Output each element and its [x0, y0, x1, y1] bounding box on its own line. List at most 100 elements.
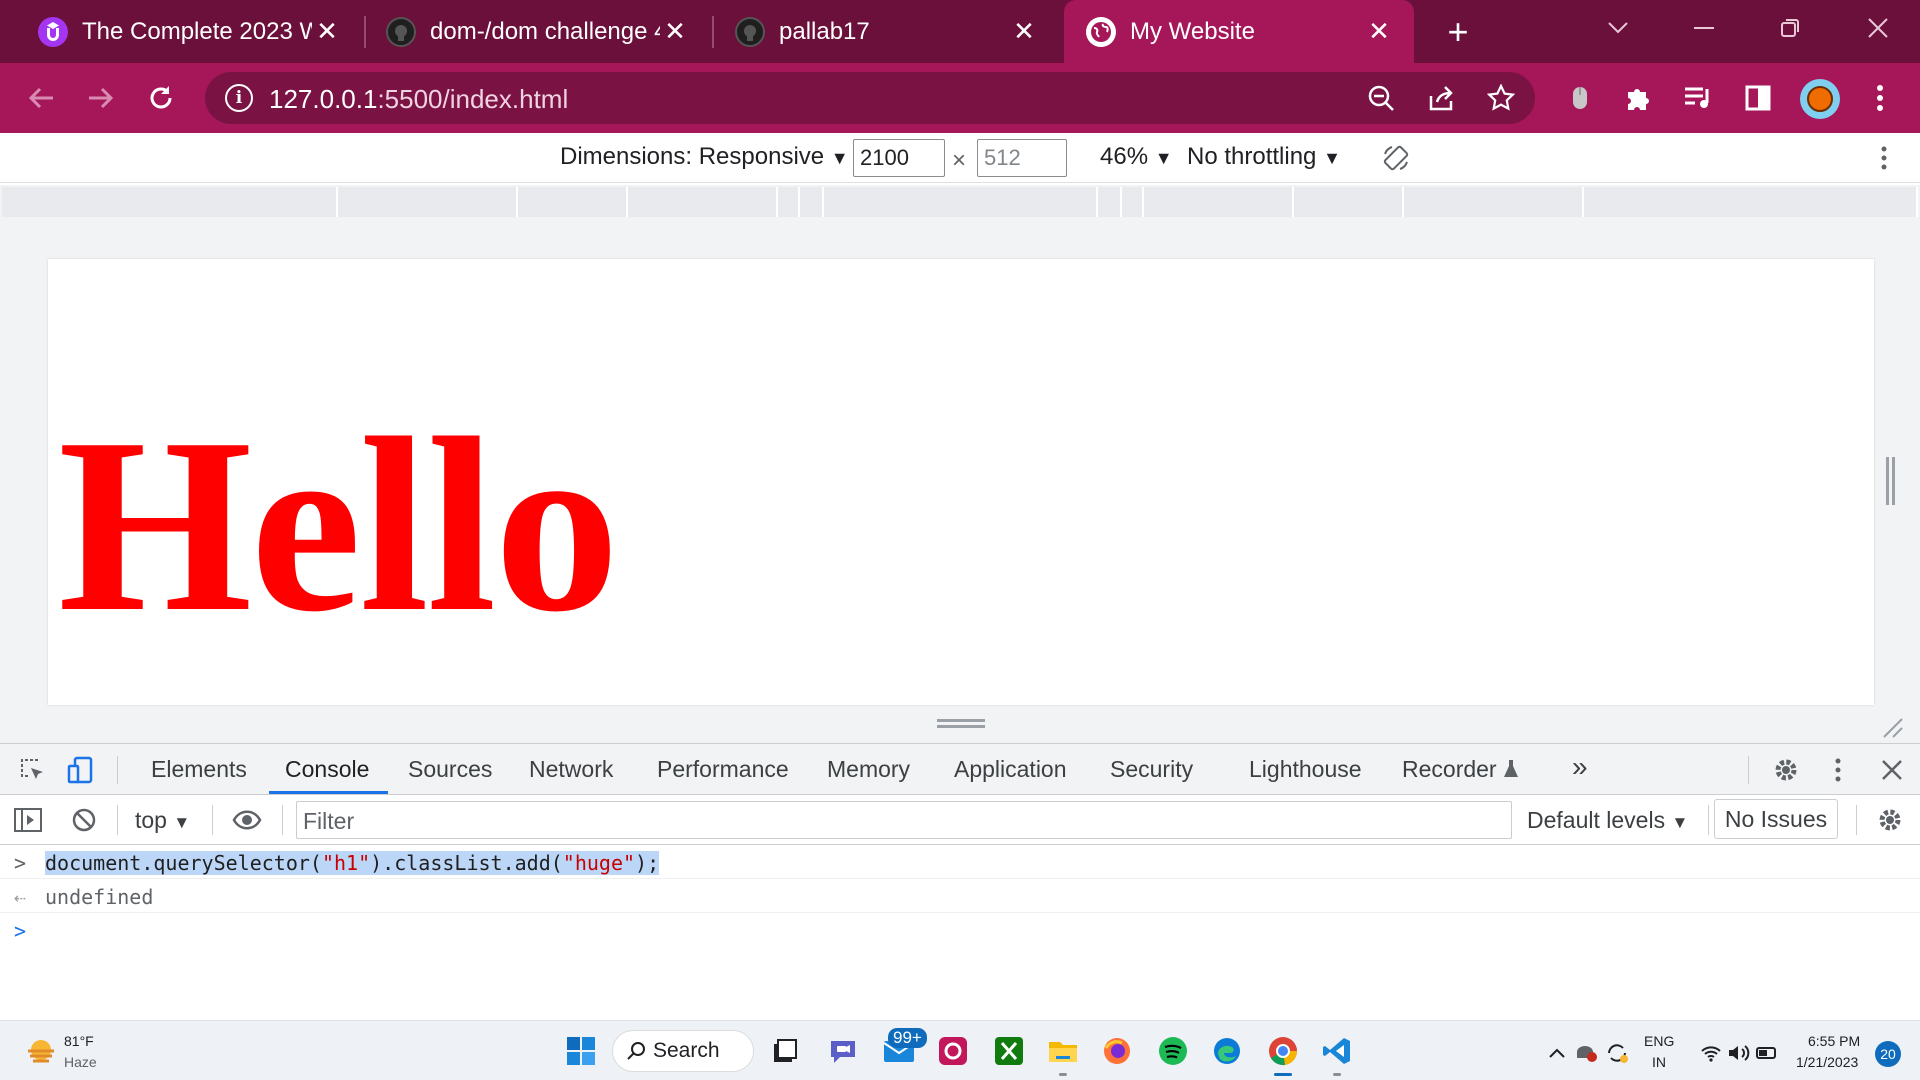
- notification-badge[interactable]: 20: [1875, 1041, 1901, 1067]
- battery-icon[interactable]: [1750, 1036, 1784, 1070]
- tab-elements[interactable]: Elements: [151, 756, 247, 783]
- tab-recorder[interactable]: Recorder: [1402, 756, 1519, 783]
- media-query-segment[interactable]: [2, 187, 338, 217]
- viewport-resize-handle-bottom[interactable]: [937, 719, 987, 731]
- media-query-segment[interactable]: [338, 187, 518, 217]
- close-window-icon[interactable]: [1848, 8, 1908, 48]
- media-query-segment[interactable]: [628, 187, 778, 217]
- media-query-segment[interactable]: [1584, 187, 1918, 217]
- tab-my-website[interactable]: My Website ✕: [1064, 0, 1414, 63]
- tab-network[interactable]: Network: [529, 756, 613, 783]
- media-query-segment[interactable]: [1294, 187, 1404, 217]
- tab-pallab17[interactable]: pallab17 ✕: [697, 0, 1059, 63]
- show-hidden-icons-chevron-icon[interactable]: [1540, 1036, 1574, 1070]
- rotate-icon[interactable]: [1382, 144, 1410, 179]
- extension-mouse-icon[interactable]: [1560, 78, 1600, 118]
- pink-app-icon[interactable]: [936, 1034, 970, 1068]
- edge-icon[interactable]: [1210, 1034, 1244, 1068]
- chrome-menu-icon[interactable]: [1860, 78, 1900, 118]
- height-input[interactable]: [977, 139, 1067, 177]
- xbox-icon[interactable]: [992, 1034, 1026, 1068]
- console-output[interactable]: > document.querySelector("h1").classList…: [0, 845, 1920, 1020]
- console-command[interactable]: document.querySelector("h1").classList.a…: [45, 851, 660, 875]
- media-query-segment[interactable]: [1144, 187, 1294, 217]
- close-tab-icon[interactable]: ✕: [660, 16, 690, 47]
- weather-haze-icon[interactable]: [24, 1035, 58, 1069]
- url-text[interactable]: 127.0.0.1:5500/index.html: [269, 84, 568, 115]
- live-expression-eye-icon[interactable]: [229, 802, 265, 838]
- settings-gear-icon[interactable]: [1768, 752, 1804, 788]
- minimize-icon[interactable]: [1674, 8, 1734, 48]
- close-tab-icon[interactable]: ✕: [1364, 16, 1394, 47]
- width-input[interactable]: [853, 139, 945, 177]
- throttling-dropdown[interactable]: No throttling ▼: [1187, 143, 1341, 171]
- vscode-icon[interactable]: [1320, 1034, 1354, 1068]
- tab-performance[interactable]: Performance: [657, 756, 789, 783]
- media-query-segment[interactable]: [778, 187, 800, 217]
- tab-sources[interactable]: Sources: [408, 756, 492, 783]
- tab-application[interactable]: Application: [954, 756, 1067, 783]
- chrome-icon[interactable]: [1266, 1034, 1300, 1068]
- console-result-entry[interactable]: ⇠ undefined: [0, 879, 1920, 913]
- file-explorer-icon[interactable]: [1046, 1034, 1080, 1068]
- media-queue-icon[interactable]: [1678, 78, 1718, 118]
- firefox-icon[interactable]: [1100, 1034, 1134, 1068]
- more-tabs-icon[interactable]: »: [1572, 751, 1588, 783]
- close-tab-icon[interactable]: ✕: [312, 16, 342, 47]
- media-query-segment[interactable]: [824, 187, 1098, 217]
- tab-lighthouse[interactable]: Lighthouse: [1249, 756, 1362, 783]
- log-levels-dropdown[interactable]: Default levels ▼: [1527, 807, 1688, 834]
- profile-avatar[interactable]: [1800, 79, 1840, 119]
- extensions-puzzle-icon[interactable]: [1618, 78, 1658, 118]
- viewport-resize-handle-right[interactable]: [1886, 457, 1896, 507]
- close-devtools-icon[interactable]: [1874, 752, 1910, 788]
- weather-desc[interactable]: Haze: [64, 1054, 97, 1070]
- console-filter-input[interactable]: Filter: [296, 801, 1512, 839]
- site-info-icon[interactable]: i: [225, 84, 253, 112]
- reload-icon[interactable]: [138, 75, 184, 121]
- console-input-entry[interactable]: > document.querySelector("h1").classList…: [0, 845, 1920, 879]
- device-toolbar-menu-icon[interactable]: [1880, 145, 1888, 178]
- close-tab-icon[interactable]: ✕: [1009, 16, 1039, 47]
- console-settings-gear-icon[interactable]: [1872, 802, 1908, 838]
- windows-start-icon[interactable]: [564, 1034, 598, 1068]
- side-panel-icon[interactable]: [1738, 78, 1778, 118]
- sidebar-toggle-icon[interactable]: [10, 802, 46, 838]
- taskbar-search[interactable]: Search: [612, 1030, 754, 1072]
- tab-search-chevron-icon[interactable]: [1588, 8, 1648, 48]
- spotify-icon[interactable]: [1156, 1034, 1190, 1068]
- tab-security[interactable]: Security: [1110, 756, 1193, 783]
- media-query-segment[interactable]: [1122, 187, 1144, 217]
- console-prompt[interactable]: >: [0, 913, 1920, 947]
- tab-memory[interactable]: Memory: [827, 756, 910, 783]
- media-query-segment[interactable]: [800, 187, 824, 217]
- device-toggle-icon[interactable]: [64, 752, 100, 788]
- devtools-menu-icon[interactable]: [1820, 752, 1856, 788]
- restore-icon[interactable]: [1760, 8, 1820, 48]
- viewport-resize-corner-icon[interactable]: [1880, 715, 1904, 739]
- context-selector[interactable]: top ▼: [135, 807, 190, 834]
- inspect-element-icon[interactable]: [14, 752, 50, 788]
- new-tab-button[interactable]: +: [1438, 11, 1478, 52]
- sync-icon[interactable]: [1600, 1036, 1634, 1070]
- tab-udemy[interactable]: The Complete 2023 We ✕: [0, 0, 362, 63]
- language-indicator[interactable]: ENG: [1644, 1033, 1674, 1049]
- teams-chat-icon[interactable]: [826, 1034, 860, 1068]
- language-region[interactable]: IN: [1652, 1054, 1666, 1070]
- zoom-icon[interactable]: [1363, 80, 1399, 116]
- forward-icon[interactable]: [78, 75, 124, 121]
- zoom-dropdown[interactable]: 46% ▼: [1100, 143, 1173, 171]
- clock-time[interactable]: 6:55 PM: [1808, 1033, 1860, 1049]
- clear-console-icon[interactable]: [66, 802, 102, 838]
- address-bar[interactable]: i 127.0.0.1:5500/index.html: [205, 72, 1535, 124]
- weather-temp[interactable]: 81°F: [64, 1033, 94, 1049]
- clock-date[interactable]: 1/21/2023: [1796, 1054, 1858, 1070]
- dimensions-dropdown[interactable]: Dimensions: Responsive ▼: [560, 143, 849, 171]
- tab-console[interactable]: Console: [285, 756, 369, 783]
- media-query-segment[interactable]: [1098, 187, 1122, 217]
- tab-dom-challenge[interactable]: dom-/dom challenge 4 ✕: [348, 0, 710, 63]
- defender-warning-icon[interactable]: [1570, 1036, 1604, 1070]
- media-query-segment[interactable]: [518, 187, 628, 217]
- task-view-icon[interactable]: [768, 1034, 802, 1068]
- issues-button[interactable]: No Issues: [1714, 799, 1838, 839]
